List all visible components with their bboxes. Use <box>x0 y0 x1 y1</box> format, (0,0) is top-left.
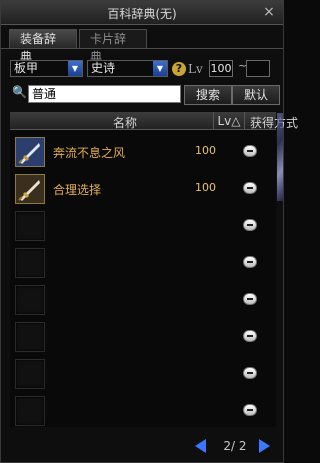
prev-page-icon[interactable] <box>195 439 206 453</box>
close-icon[interactable]: × <box>261 4 277 20</box>
tab-divider <box>1 48 283 49</box>
window-title: 百科辞典(无) <box>107 7 177 21</box>
table-row[interactable] <box>10 208 276 242</box>
table-row[interactable]: 奔流不息之风 100 <box>10 134 276 168</box>
header-name[interactable]: 名称 <box>50 114 200 131</box>
table-header: 名称 Lv△ 获得方式 <box>10 112 298 131</box>
search-icon: 🔍 <box>12 85 27 99</box>
default-button[interactable]: 默认 <box>232 85 280 105</box>
search-input[interactable]: 普通 <box>28 85 181 103</box>
item-slot[interactable] <box>15 211 45 241</box>
help-icon[interactable]: ? <box>172 62 186 76</box>
source-minus-icon[interactable] <box>243 145 257 157</box>
lv-max-input[interactable] <box>246 60 270 77</box>
rarity-select[interactable]: 史诗 ▼ <box>87 60 168 77</box>
next-page-icon[interactable] <box>259 439 270 453</box>
lv-min-input[interactable]: 100 <box>209 60 233 77</box>
pagination: 2/ 2 <box>191 437 275 455</box>
item-level: 100 <box>195 144 216 157</box>
sword-icon <box>16 138 44 166</box>
tab-equipment[interactable]: 装备辞典 <box>9 29 77 64</box>
sword-icon <box>16 175 44 203</box>
header-lv[interactable]: Lv△ <box>214 114 244 128</box>
item-slot[interactable] <box>15 359 45 389</box>
rarity-select-value: 史诗 <box>91 61 116 75</box>
title-bar[interactable]: 百科辞典(无) × <box>1 1 283 25</box>
item-name: 奔流不息之风 <box>53 146 126 160</box>
item-slot[interactable] <box>15 248 45 278</box>
tab-cards[interactable]: 卡片辞典 <box>79 29 147 64</box>
source-minus-icon[interactable] <box>243 256 257 268</box>
source-minus-icon[interactable] <box>243 330 257 342</box>
side-decoration <box>277 113 283 201</box>
chevron-down-icon: ▼ <box>68 61 82 76</box>
source-minus-icon[interactable] <box>243 219 257 231</box>
source-minus-icon[interactable] <box>243 182 257 194</box>
source-minus-icon[interactable] <box>243 367 257 379</box>
search-button[interactable]: 搜索 <box>184 85 232 105</box>
item-level: 100 <box>195 181 216 194</box>
header-divider <box>244 112 245 130</box>
page-indicator: 2/ 2 <box>223 439 247 453</box>
item-name: 合理选择 <box>53 183 102 197</box>
item-slot[interactable] <box>15 322 45 352</box>
header-source[interactable]: 获得方式 <box>246 114 302 131</box>
source-minus-icon[interactable] <box>243 404 257 416</box>
table-row[interactable] <box>10 319 276 353</box>
table-row[interactable]: 合理选择 100 <box>10 171 276 205</box>
table-row[interactable] <box>10 356 276 390</box>
table-row[interactable] <box>10 245 276 279</box>
table-row[interactable] <box>10 282 276 316</box>
type-select-value: 板甲 <box>14 61 39 75</box>
source-minus-icon[interactable] <box>243 293 257 305</box>
chevron-down-icon: ▼ <box>153 61 167 76</box>
results-table: 名称 Lv△ 获得方式 奔流不息之风 100 合理选择 100 <box>10 112 298 427</box>
item-slot[interactable] <box>15 285 45 315</box>
table-row[interactable] <box>10 393 276 427</box>
lv-label: Lv <box>188 62 203 76</box>
item-slot[interactable] <box>15 396 45 426</box>
encyclopedia-window: 百科辞典(无) × 装备辞典 卡片辞典 板甲 ▼ 史诗 ▼ ? Lv 100 ~… <box>0 0 298 463</box>
type-select[interactable]: 板甲 ▼ <box>10 60 83 77</box>
